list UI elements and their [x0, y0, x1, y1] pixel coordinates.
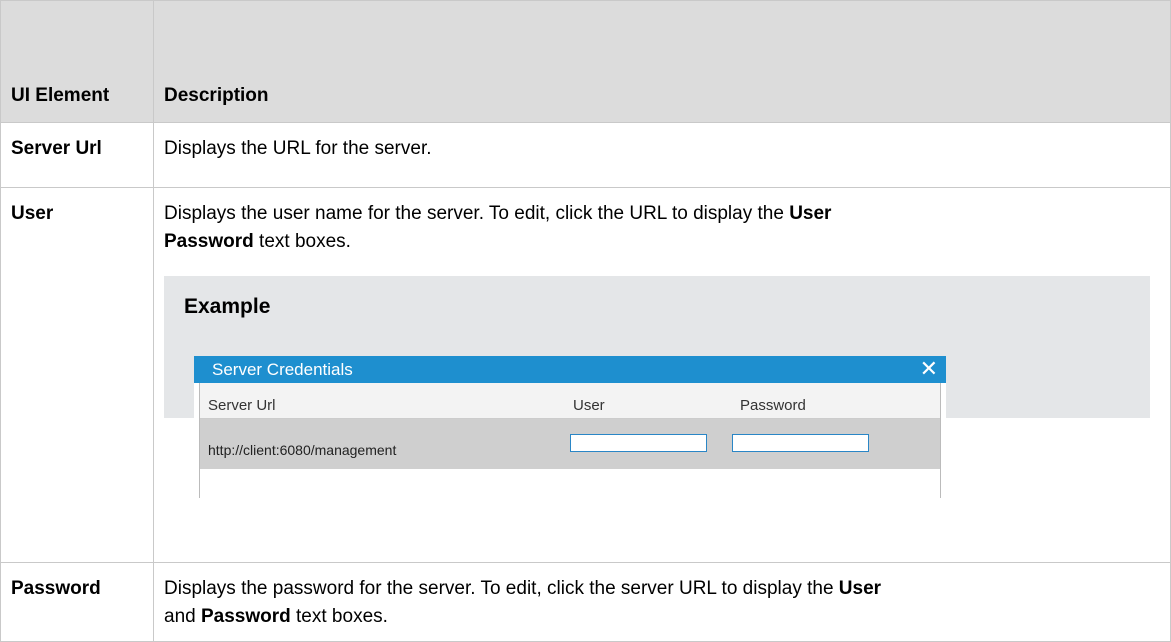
credentials-grid: Server Url User Password http://client:6… [199, 383, 941, 498]
dialog-title: Server Credentials [212, 360, 353, 379]
server-url-cell: http://client:6080/management [208, 442, 397, 458]
example-box: Example Server Credentials ✕ Server Url … [164, 276, 1150, 498]
column-header-ui-element: UI Element [0, 0, 154, 123]
ui-element-name: Password [0, 562, 154, 642]
ui-element-description: Displays the URL for the server. [153, 122, 1171, 188]
description-segment: text boxes. [253, 231, 351, 252]
grid-column-server-url[interactable]: Server Url [208, 392, 276, 420]
ui-element-name: Server Url [0, 122, 154, 188]
grid-empty-area [200, 469, 940, 497]
ui-element-description: Displays the user name for the server. T… [153, 187, 1171, 563]
grid-header: Server Url User Password [200, 383, 940, 419]
description-bold-user: User [789, 203, 832, 224]
ui-element-description: Displays the password for the server. To… [153, 562, 1171, 642]
description-bold-password: Password [200, 606, 291, 627]
dialog-title-bar: Server Credentials ✕ [194, 356, 946, 383]
table-row[interactable]: http://client:6080/management [200, 419, 940, 469]
user-input[interactable] [570, 434, 707, 452]
close-icon[interactable]: ✕ [920, 355, 938, 382]
description-bold-user: User [838, 578, 882, 599]
table-row: Password Displays the password for the s… [0, 562, 1171, 642]
description-segment: Displays the password for the server. To… [164, 578, 839, 599]
example-title: Example [184, 295, 271, 318]
description-segment: Displays the user name for the server. T… [164, 203, 790, 224]
description-text: Displays the user name for the server. T… [164, 200, 1160, 256]
grid-column-password[interactable]: Password [740, 392, 806, 420]
ui-element-name: User [0, 187, 154, 563]
ui-element-table: UI Element Description Server Url Displa… [0, 0, 1171, 642]
grid-column-user[interactable]: User [573, 392, 605, 420]
table-header-row: UI Element Description [0, 0, 1171, 123]
password-input[interactable] [732, 434, 869, 452]
table-row: Server Url Displays the URL for the serv… [0, 122, 1171, 188]
server-credentials-dialog: Server Credentials ✕ Server Url User Pas… [194, 356, 946, 498]
column-header-description: Description [153, 0, 1171, 123]
table-row: User Displays the user name for the serv… [0, 187, 1171, 563]
description-text: Displays the password for the server. To… [164, 575, 1160, 631]
description-segment: text boxes. [290, 606, 388, 627]
description-bold-password: Password [164, 231, 254, 252]
description-segment: and [164, 606, 201, 627]
